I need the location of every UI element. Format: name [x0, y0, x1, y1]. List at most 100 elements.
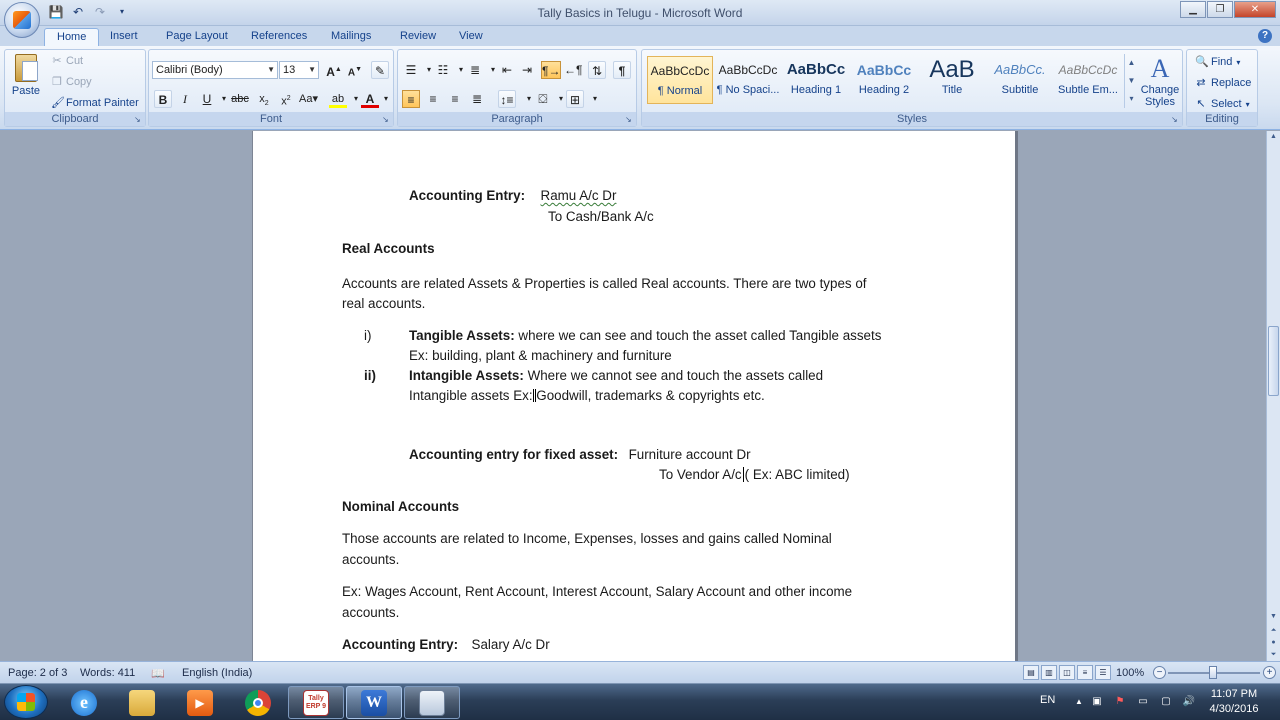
replace-button[interactable]: ⇄ Replace: [1195, 77, 1251, 89]
align-left-icon[interactable]: ≡: [402, 90, 420, 108]
taskbar-file-explorer[interactable]: [114, 686, 170, 719]
styles-launcher-icon[interactable]: ↘: [1171, 116, 1179, 124]
italic-button[interactable]: I: [176, 90, 194, 108]
style-title[interactable]: AaB Title: [919, 56, 985, 104]
draft-icon[interactable]: ☰: [1095, 665, 1111, 680]
zoom-in-icon[interactable]: +: [1263, 666, 1276, 679]
clipboard-launcher-icon[interactable]: ↘: [134, 116, 142, 124]
style-heading-2[interactable]: AaBbCc Heading 2: [851, 56, 917, 104]
close-button[interactable]: ✕: [1234, 1, 1276, 18]
system-clock[interactable]: 11:07 PM 4/30/2016: [1202, 687, 1266, 717]
align-right-icon[interactable]: ≡: [446, 90, 464, 108]
bullets-icon[interactable]: ☰: [402, 61, 420, 79]
language-indicator[interactable]: English (India): [182, 667, 252, 679]
font-name-combo[interactable]: Calibri (Body) ▼: [152, 61, 278, 79]
show-formatting-icon[interactable]: ¶: [613, 61, 631, 79]
page-count[interactable]: Page: 2 of 3: [8, 667, 67, 679]
numbering-icon[interactable]: ☷: [434, 61, 452, 79]
underline-button[interactable]: U: [198, 90, 216, 108]
strikethrough-button[interactable]: abc: [231, 90, 249, 108]
scroll-up-icon[interactable]: ▲: [1267, 131, 1280, 143]
cut-button[interactable]: ✂ Cut: [51, 55, 83, 67]
decrease-indent-icon[interactable]: ⇤: [498, 61, 516, 79]
style-subtitle[interactable]: AaBbCc. Subtitle: [987, 56, 1053, 104]
line-spacing-icon[interactable]: ↕≡: [498, 90, 516, 108]
borders-icon[interactable]: ⊞: [566, 90, 584, 108]
change-styles-button[interactable]: A Change Styles: [1140, 54, 1180, 112]
more-styles-icon[interactable]: ▾: [1125, 90, 1138, 108]
style-subtle-emphasis[interactable]: AaBbCcDc Subtle Em...: [1055, 56, 1121, 104]
scroll-down-icon[interactable]: ▼: [1267, 611, 1280, 623]
font-color-dropdown-icon[interactable]: ▾: [377, 90, 395, 108]
scrollbar-thumb[interactable]: [1268, 326, 1279, 396]
borders-dropdown-icon[interactable]: ▾: [586, 90, 604, 108]
change-case-button[interactable]: Aa▾: [299, 90, 318, 108]
maximize-button[interactable]: ❐: [1207, 1, 1233, 18]
highlight-icon[interactable]: ab: [329, 90, 347, 108]
multilevel-list-icon[interactable]: ≣: [466, 61, 484, 79]
action-center-icon[interactable]: ⚑: [1113, 696, 1127, 708]
taskbar-tally[interactable]: Tally ERP 9: [288, 686, 344, 719]
styles-gallery-scroll[interactable]: ▲ ▼ ▾: [1124, 54, 1138, 108]
full-screen-reading-icon[interactable]: ▥: [1041, 665, 1057, 680]
taskbar-media-player[interactable]: ▶: [172, 686, 228, 719]
clear-formatting-icon[interactable]: ✎: [371, 61, 389, 79]
office-button[interactable]: [4, 2, 40, 38]
network-icon[interactable]: ▣: [1090, 696, 1104, 708]
start-button[interactable]: [4, 685, 48, 719]
print-layout-icon[interactable]: ▤: [1023, 665, 1039, 680]
next-page-icon[interactable]: ⏷: [1267, 649, 1280, 661]
tab-references[interactable]: References: [251, 28, 307, 47]
taskbar-word[interactable]: W: [346, 686, 402, 719]
chevron-down-icon[interactable]: ▼: [1125, 72, 1138, 90]
rtl-direction-icon[interactable]: ←¶: [564, 61, 582, 79]
outline-icon[interactable]: ≡: [1077, 665, 1093, 680]
chevron-up-icon[interactable]: ▲: [1125, 54, 1138, 72]
proofing-icon[interactable]: 📖: [151, 667, 165, 680]
align-center-icon[interactable]: ≡: [424, 90, 442, 108]
tab-home[interactable]: Home: [44, 28, 100, 47]
increase-indent-icon[interactable]: ⇥: [518, 61, 536, 79]
tab-mailings[interactable]: Mailings: [331, 28, 371, 47]
justify-icon[interactable]: ≣: [468, 90, 486, 108]
shading-icon[interactable]: ⛋: [534, 90, 552, 108]
vertical-scrollbar[interactable]: ▲ ▼ ⏶ ● ⏷: [1266, 131, 1280, 661]
copy-button[interactable]: ❐ Copy: [51, 76, 92, 88]
paragraph-launcher-icon[interactable]: ↘: [625, 116, 633, 124]
zoom-level[interactable]: 100%: [1116, 667, 1144, 679]
input-language[interactable]: EN: [1040, 694, 1055, 706]
shrink-font-button[interactable]: A▼: [346, 61, 364, 79]
previous-page-icon[interactable]: ⏶: [1267, 625, 1280, 637]
find-button[interactable]: 🔍 Find ▾: [1195, 56, 1240, 68]
tab-review[interactable]: Review: [400, 28, 436, 47]
style-heading-1[interactable]: AaBbCc Heading 1: [783, 56, 849, 104]
volume-icon[interactable]: 🔊: [1182, 696, 1196, 708]
word-count[interactable]: Words: 411: [80, 667, 135, 679]
taskbar-window[interactable]: [404, 686, 460, 719]
taskbar-chrome[interactable]: [230, 686, 286, 719]
superscript-button[interactable]: x2: [277, 90, 295, 108]
zoom-slider-knob[interactable]: [1209, 666, 1217, 679]
tab-insert[interactable]: Insert: [110, 28, 138, 47]
tab-page-layout[interactable]: Page Layout: [166, 28, 228, 47]
select-button[interactable]: ↖ Select ▾: [1195, 98, 1249, 110]
sort-icon[interactable]: ⇅: [588, 61, 606, 79]
ltr-direction-icon[interactable]: ¶→: [541, 61, 562, 79]
tab-view[interactable]: View: [459, 28, 483, 47]
font-launcher-icon[interactable]: ↘: [382, 116, 390, 124]
style-normal[interactable]: AaBbCcDc ¶ Normal: [647, 56, 713, 104]
format-painter-button[interactable]: 🖌 Format Painter: [51, 97, 139, 109]
minimize-button[interactable]: ▁: [1180, 1, 1206, 18]
show-hidden-icons-icon[interactable]: ▲: [1072, 696, 1086, 708]
bold-button[interactable]: B: [154, 90, 172, 108]
web-layout-icon[interactable]: ◫: [1059, 665, 1075, 680]
device-icon[interactable]: ▭: [1136, 696, 1150, 708]
style-no-spacing[interactable]: AaBbCcDc ¶ No Spaci...: [715, 56, 781, 104]
browse-object-icon[interactable]: ●: [1267, 637, 1280, 649]
help-icon[interactable]: ?: [1258, 29, 1272, 43]
zoom-out-icon[interactable]: −: [1153, 666, 1166, 679]
font-size-combo[interactable]: 13 ▼: [279, 61, 319, 79]
subscript-button[interactable]: x2: [255, 90, 273, 108]
paste-button[interactable]: Paste: [11, 54, 41, 104]
taskbar-internet-explorer[interactable]: e: [56, 686, 112, 719]
